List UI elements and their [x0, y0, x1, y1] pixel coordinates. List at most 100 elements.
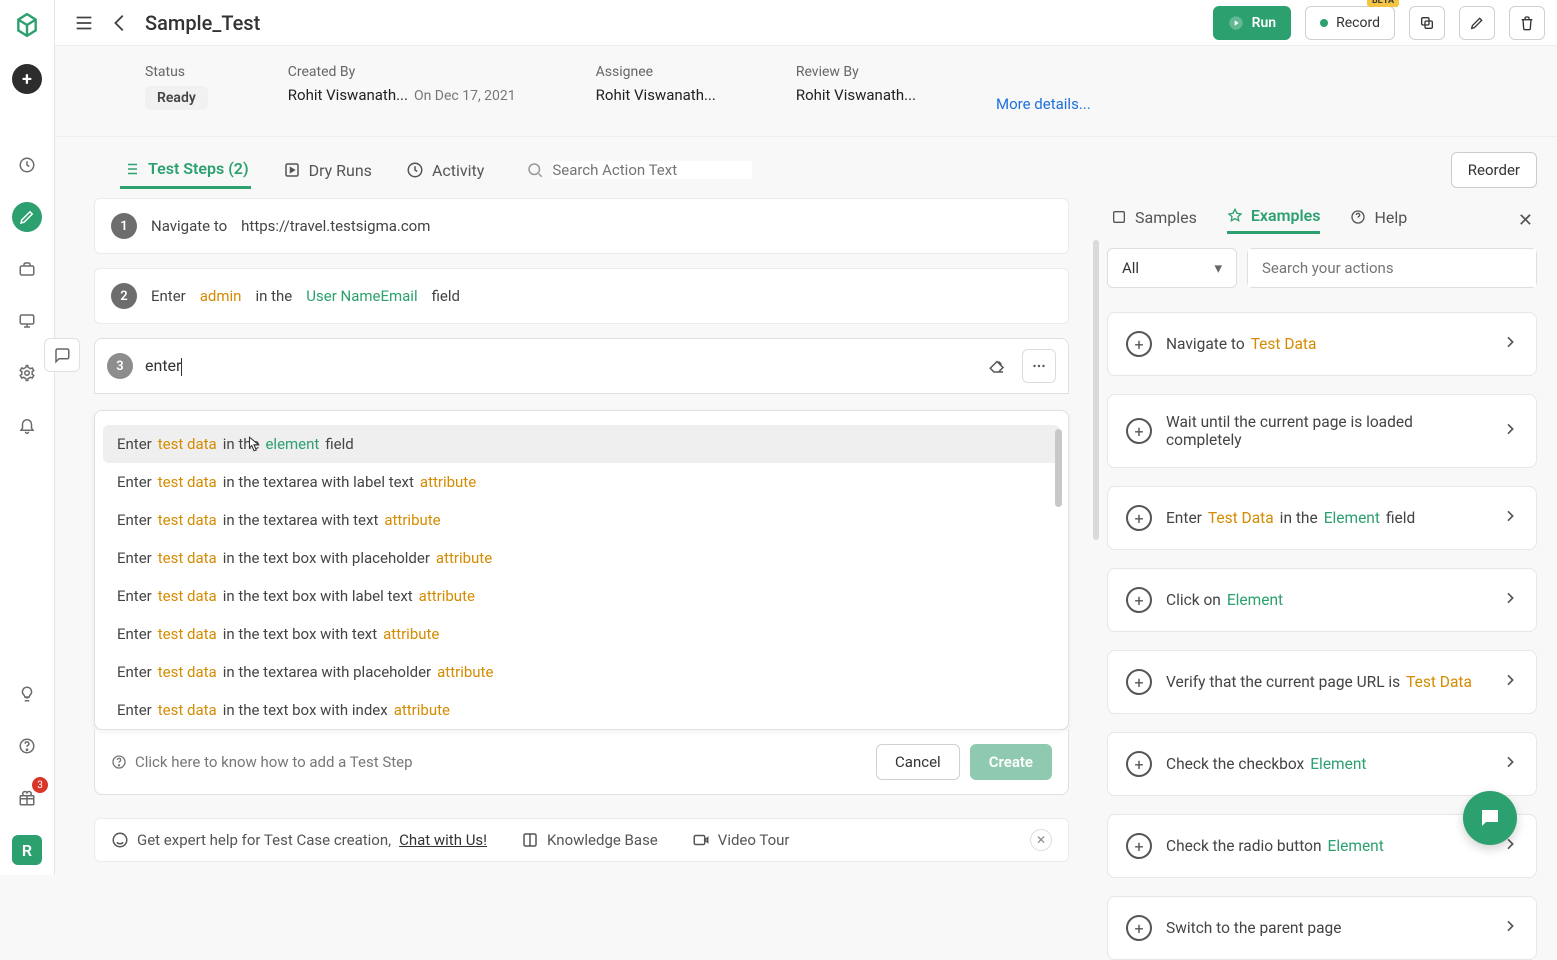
main-scrollbar[interactable] — [1093, 200, 1101, 820]
example-action-item[interactable]: +Switch to the parent page — [1107, 896, 1537, 960]
step-chat-icon[interactable] — [44, 338, 80, 372]
action-text: EnterTest Datain theElementfield — [1166, 509, 1488, 527]
suggestion-item[interactable]: Enter test data in the text box with pla… — [103, 539, 1060, 577]
record-button[interactable]: Record — [1305, 6, 1395, 40]
record-beta-badge: BETA — [1367, 0, 1399, 7]
step-editor-input[interactable]: enter — [145, 356, 968, 376]
tab-test-steps[interactable]: Test Steps (2) — [120, 151, 251, 189]
hamburger-icon[interactable] — [73, 12, 95, 34]
reorder-button[interactable]: Reorder — [1451, 152, 1537, 188]
monitor-icon[interactable] — [12, 306, 42, 336]
tab-activity-label: Activity — [432, 161, 484, 180]
suggestion-item[interactable]: Enter test data in the text box with lab… — [103, 577, 1060, 615]
review-by-label: Review By — [796, 64, 916, 80]
more-details-link[interactable]: More details... — [996, 95, 1091, 113]
example-action-item[interactable]: + Verify that the current page URL isTest… — [1107, 650, 1537, 714]
action-text: Wait until the current page is loaded co… — [1166, 413, 1488, 449]
user-avatar[interactable]: R — [12, 835, 42, 865]
copy-button[interactable] — [1409, 6, 1445, 40]
run-button[interactable]: Run — [1213, 6, 1292, 40]
example-action-item[interactable]: + Navigate toTest Data — [1107, 312, 1537, 376]
panel-tab-examples[interactable]: Examples — [1227, 206, 1321, 234]
panel-tab-help[interactable]: Help — [1350, 208, 1407, 233]
plus-circle-icon: + — [1126, 669, 1152, 695]
step-data-token: admin — [200, 287, 242, 305]
footer-text: Get expert help for Test Case creation, — [137, 831, 391, 849]
delete-button[interactable] — [1509, 6, 1545, 40]
create-button[interactable]: Create — [970, 744, 1052, 780]
dashboard-icon[interactable] — [12, 150, 42, 180]
gear-icon[interactable] — [12, 358, 42, 388]
panel-search — [1247, 248, 1537, 288]
panel-close-icon[interactable]: ✕ — [1518, 210, 1533, 231]
chevron-right-icon — [1502, 421, 1518, 441]
chevron-right-icon — [1502, 754, 1518, 774]
suggestion-item[interactable]: Enter test data in the textarea with tex… — [103, 501, 1060, 539]
gift-icon[interactable]: 3 — [12, 783, 42, 813]
chat-fab[interactable] — [1463, 791, 1517, 845]
action-text: Check the radio buttonElement — [1166, 837, 1488, 855]
example-action-item[interactable]: +Check the checkboxElement — [1107, 732, 1537, 796]
edit-button[interactable] — [1459, 6, 1495, 40]
knowledge-base-link[interactable]: Knowledge Base — [547, 831, 658, 849]
panel-tab-label: Samples — [1135, 208, 1197, 227]
panel-search-input[interactable] — [1248, 249, 1536, 287]
action-text: Navigate toTest Data — [1166, 335, 1488, 353]
pencil-icon[interactable] — [12, 202, 42, 232]
panel-tabs: Samples Examples Help ✕ — [1107, 200, 1537, 248]
panel-filter-select[interactable]: All ▾ — [1107, 248, 1237, 288]
cancel-button[interactable]: Cancel — [876, 744, 960, 780]
example-action-item[interactable]: +Click onElement — [1107, 568, 1537, 632]
bulb-icon[interactable] — [12, 679, 42, 709]
example-action-item[interactable]: + Wait until the current page is loaded c… — [1107, 394, 1537, 468]
side-rail: + 3 R — [0, 0, 55, 875]
tab-dry-runs[interactable]: Dry Runs — [281, 153, 374, 188]
back-arrow-icon[interactable] — [109, 12, 131, 34]
more-options-icon[interactable] — [1022, 349, 1056, 383]
step-editor-footer: Click here to know how to add a Test Ste… — [94, 730, 1069, 795]
tab-dry-runs-label: Dry Runs — [309, 161, 372, 180]
suggestion-item[interactable]: Enter test data in the text box with ind… — [103, 691, 1060, 721]
eraser-icon[interactable] — [980, 349, 1014, 383]
example-action-item[interactable]: + EnterTest Datain theElementfield — [1107, 486, 1537, 550]
step-url: https://travel.testsigma.com — [241, 217, 430, 235]
record-dot-icon — [1320, 19, 1328, 27]
help-icon[interactable] — [12, 731, 42, 761]
footer-close-icon[interactable]: ✕ — [1030, 829, 1052, 851]
suggestion-scrollbar[interactable] — [1055, 429, 1062, 507]
suggestion-item[interactable]: Enter test data in the textarea with pla… — [103, 653, 1060, 691]
search-action-input[interactable] — [552, 161, 752, 179]
created-by-value: Rohit Viswanath...On Dec 17, 2021 — [288, 86, 516, 104]
create-new-button[interactable]: + — [12, 64, 42, 94]
plus-circle-icon: + — [1126, 331, 1152, 357]
video-tour-link[interactable]: Video Tour — [718, 831, 790, 849]
plus-circle-icon: + — [1126, 505, 1152, 531]
question-icon — [111, 754, 127, 770]
action-text: Verify that the current page URL isTest … — [1166, 673, 1488, 691]
step-row[interactable]: 2 Enter admin in the User NameEmail fiel… — [94, 268, 1069, 324]
hint-text: Click here to know how to add a Test Ste… — [135, 753, 413, 771]
chevron-right-icon — [1502, 334, 1518, 354]
tab-activity[interactable]: Activity — [404, 153, 486, 188]
suggestion-item[interactable]: Enter test data in the text box with tex… — [103, 615, 1060, 653]
suggestion-item[interactable]: Enter test data in the textarea with lab… — [103, 463, 1060, 501]
add-step-hint[interactable]: Click here to know how to add a Test Ste… — [111, 753, 413, 771]
status-badge: Ready — [145, 86, 208, 110]
plus-circle-icon: + — [1126, 418, 1152, 444]
gift-badge: 3 — [32, 777, 48, 793]
status-label: Status — [145, 64, 208, 80]
help-footer: Get expert help for Test Case creation, … — [94, 818, 1069, 862]
chat-with-us-link[interactable]: Chat with Us! — [399, 831, 487, 849]
plus-circle-icon: + — [1126, 915, 1152, 941]
chat-icon — [111, 831, 129, 849]
bell-icon[interactable] — [12, 410, 42, 440]
suggestion-dropdown: Enter test data in the element fieldEnte… — [94, 410, 1069, 730]
suggestion-item[interactable]: Enter test data in the element field — [103, 425, 1060, 463]
tab-bar: Test Steps (2) Dry Runs Activity Reorder — [120, 148, 1537, 192]
record-button-label: Record — [1336, 15, 1380, 31]
step-row[interactable]: 1 Navigate to https://travel.testsigma.c… — [94, 198, 1069, 254]
plus-circle-icon: + — [1126, 833, 1152, 859]
briefcase-icon[interactable] — [12, 254, 42, 284]
panel-tab-samples[interactable]: Samples — [1111, 208, 1197, 233]
step-number: 2 — [111, 283, 137, 309]
